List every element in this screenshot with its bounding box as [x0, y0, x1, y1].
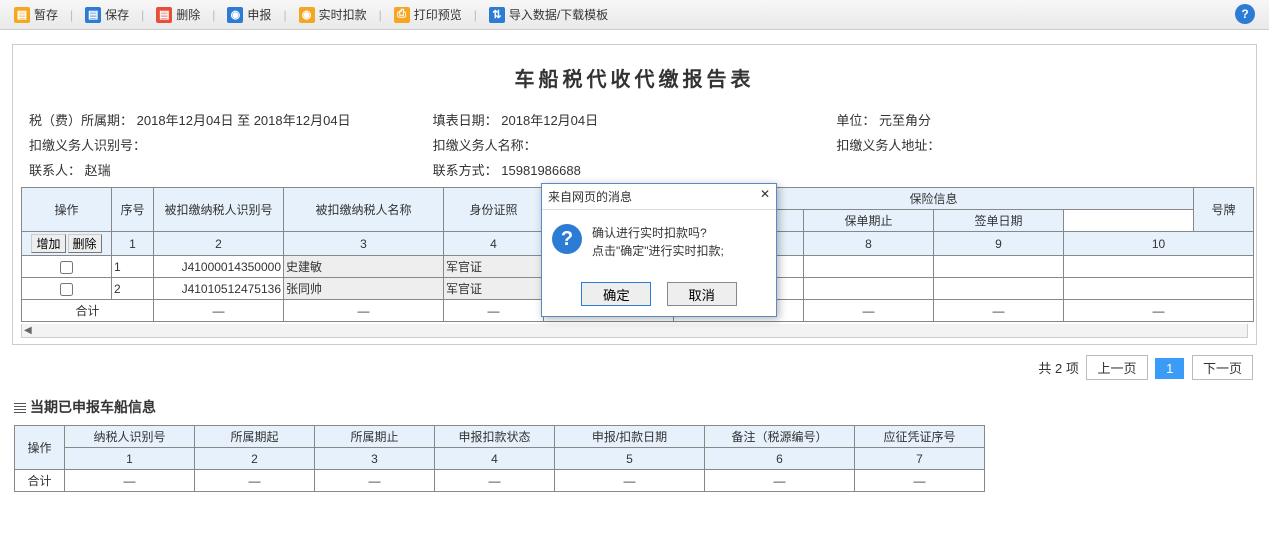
print-icon: ⎙ — [394, 7, 410, 23]
report-meta: 税（费）所属期： 2018年12月04日 至 2018年12月04日 填表日期：… — [21, 110, 1248, 187]
save-icon: ▤ — [85, 7, 101, 23]
pager-page-1[interactable]: 1 — [1155, 358, 1184, 379]
col-idcard: 身份证照 — [444, 188, 544, 232]
dialog-message: 确认进行实时扣款吗? 点击"确定"进行实时扣款; — [592, 224, 724, 260]
row-checkbox[interactable] — [60, 261, 73, 274]
add-row-button[interactable]: 增加 — [31, 234, 65, 253]
section-declared-title: 当期已申报车船信息 — [0, 390, 1269, 425]
declare-button[interactable]: ◉申报 — [221, 4, 277, 25]
unit-value: 元至角分 — [879, 113, 931, 128]
col-op: 操作 — [22, 188, 112, 232]
import-icon: ⇅ — [489, 7, 505, 23]
realtime-icon: ◉ — [299, 7, 315, 23]
phone-value: 15981986688 — [501, 163, 581, 178]
print-preview-button[interactable]: ⎙打印预览 — [388, 4, 468, 25]
dialog-close-icon[interactable]: ✕ — [760, 187, 770, 201]
delete-icon: ▤ — [156, 7, 172, 23]
pager-prev[interactable]: 上一页 — [1086, 355, 1147, 380]
col-id: 被扣缴纳税人识别号 — [154, 188, 284, 232]
question-icon: ? — [552, 224, 582, 254]
declared-total-row: 合计 — — — — — — — — [15, 470, 985, 492]
temp-save-icon: ▤ — [14, 7, 30, 23]
import-template-button[interactable]: ⇅导入数据/下载模板 — [483, 4, 614, 25]
realtime-deduct-button[interactable]: ◉实时扣款 — [293, 4, 373, 25]
temp-save-button[interactable]: ▤暂存 — [8, 4, 64, 25]
report-title: 车船税代收代缴报告表 — [21, 55, 1248, 110]
dialog-ok-button[interactable]: 确定 — [581, 282, 651, 306]
toolbar: ▤暂存| ▤保存| ▤删除| ◉申报| ◉实时扣款| ⎙打印预览| ⇅导入数据/… — [0, 0, 1269, 30]
declared-table: 操作 纳税人识别号 所属期起 所属期止 申报扣款状态 申报/扣款日期 备注（税源… — [14, 425, 985, 492]
col-plate: 号牌 — [1194, 188, 1254, 232]
contact-value: 赵瑞 — [85, 163, 111, 178]
help-icon[interactable]: ? — [1235, 4, 1255, 24]
declare-icon: ◉ — [227, 7, 243, 23]
confirm-dialog: 来自网页的消息 ✕ ? 确认进行实时扣款吗? 点击"确定"进行实时扣款; 确定 … — [541, 183, 777, 317]
delete-button[interactable]: ▤删除 — [150, 4, 206, 25]
pager-count: 共 2 项 — [1038, 361, 1078, 376]
fill-date-value: 2018年12月04日 — [501, 113, 598, 128]
pager: 共 2 项 上一页 1 下一页 — [0, 345, 1269, 390]
col-name: 被扣缴纳税人名称 — [284, 188, 444, 232]
dialog-title-bar: 来自网页的消息 ✕ — [542, 184, 776, 210]
dialog-cancel-button[interactable]: 取消 — [667, 282, 737, 306]
col-seq: 序号 — [112, 188, 154, 232]
horizontal-scrollbar[interactable] — [21, 324, 1248, 338]
del-row-button[interactable]: 删除 — [68, 234, 102, 253]
save-button[interactable]: ▤保存 — [79, 4, 135, 25]
pager-next[interactable]: 下一页 — [1192, 355, 1253, 380]
period-value: 2018年12月04日 至 2018年12月04日 — [137, 113, 351, 128]
row-checkbox[interactable] — [60, 283, 73, 296]
